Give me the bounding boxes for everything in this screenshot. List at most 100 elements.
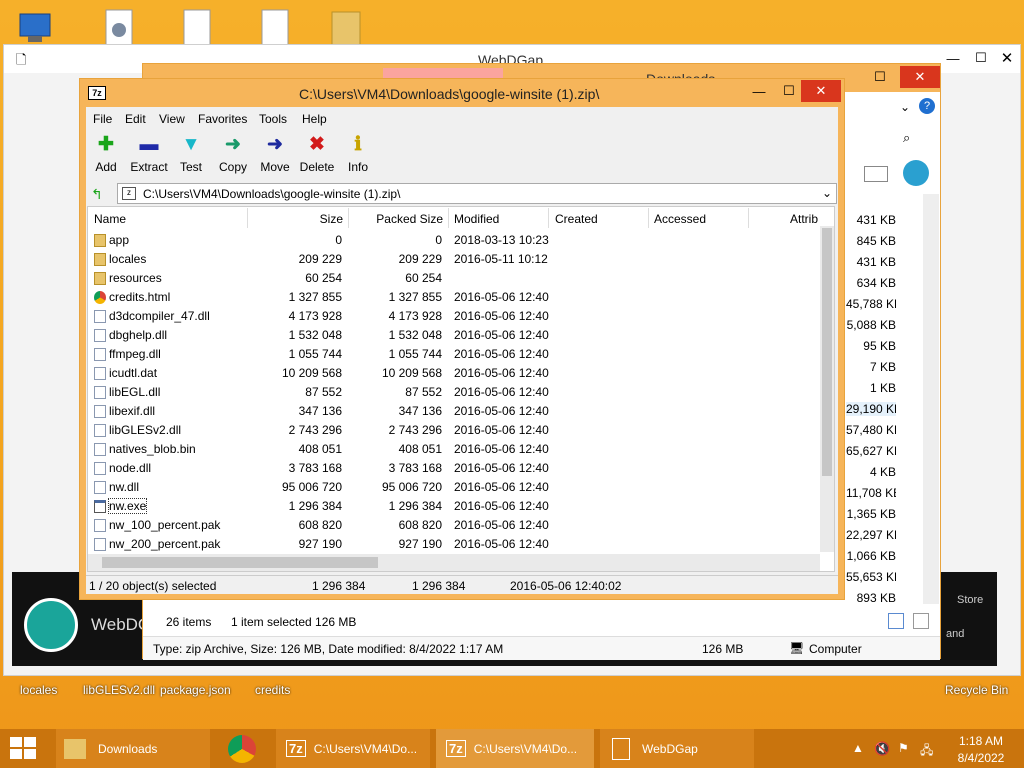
clock-date[interactable]: 8/4/2022 <box>956 751 1006 765</box>
file-row[interactable]: node.dll 3 783 168 3 783 168 2016-05-06 12:… <box>88 459 820 478</box>
column-header-name[interactable]: Name <box>94 212 126 226</box>
desktop-item-libglesv2[interactable]: libGLESv2.dll <box>83 683 155 697</box>
network-icon[interactable]: 🖧 <box>920 741 933 762</box>
file-row[interactable]: libGLESv2.dll 2 743 296 2 743 296 2016-05-0… <box>88 421 820 440</box>
explorer-file-size[interactable]: 634 KB <box>846 276 896 290</box>
details-view-icon[interactable] <box>888 613 904 629</box>
close-button[interactable]: ✕ <box>992 47 1022 69</box>
desktop-item-locales[interactable]: locales <box>20 683 57 697</box>
explorer-close-button[interactable]: ✕ <box>900 66 940 88</box>
search-icon[interactable]: ⌕ <box>903 130 910 146</box>
file-row[interactable]: d3dcompiler_47.dll 4 173 928 4 173 928 2016… <box>88 307 820 326</box>
explorer-file-size[interactable]: 65,627 KB <box>846 444 896 458</box>
file-row[interactable]: nw_100_percent.pak 608 820 608 820 2016-05-… <box>88 516 820 535</box>
vertical-scrollbar[interactable] <box>820 226 834 552</box>
explorer-file-size[interactable]: 22,297 KB <box>846 528 896 542</box>
file-icon[interactable] <box>256 8 296 48</box>
column-header-modified[interactable]: Modified <box>454 212 499 226</box>
settings-file-icon[interactable] <box>100 8 140 48</box>
explorer-file-size[interactable]: 7 KB <box>846 360 896 374</box>
file-row[interactable]: ffmpeg.dll 1 055 744 1 055 744 2016-05-06 1… <box>88 345 820 364</box>
column-header-packed-size[interactable]: Packed Size <box>373 212 443 226</box>
explorer-file-size[interactable]: 1,365 KB <box>846 507 896 521</box>
taskbar-webdgap[interactable]: WebDGap <box>600 729 754 768</box>
action-center-icon[interactable]: ⚑ <box>898 741 909 755</box>
explorer-file-size[interactable]: 55,653 KB <box>846 570 896 584</box>
help-icon[interactable]: ? <box>919 98 935 114</box>
column-header-accessed[interactable]: Accessed <box>654 212 706 226</box>
menu-help[interactable]: Help <box>302 112 327 126</box>
explorer-file-size[interactable]: 431 KB <box>846 255 896 269</box>
horizontal-scroll-thumb[interactable] <box>102 557 378 568</box>
explorer-file-size[interactable]: 11,708 KB <box>846 486 896 500</box>
extract-button[interactable]: ▬ Extract <box>127 134 171 174</box>
file-row[interactable]: nw.exe 1 296 384 1 296 384 2016-05-06 12:40 <box>88 497 820 516</box>
explorer-file-size[interactable]: 95 KB <box>846 339 896 353</box>
file-row[interactable]: libexif.dll 347 136 347 136 2016-05-06 12:4… <box>88 402 820 421</box>
path-input[interactable]: z C:\Users\VM4\Downloads\google-winsite … <box>117 183 837 204</box>
delete-button[interactable]: ✖ Delete <box>295 134 339 174</box>
explorer-file-size[interactable]: 4 KB <box>846 465 896 479</box>
column-header-size[interactable]: Size <box>273 212 343 226</box>
info-button[interactable]: ℹ Info <box>336 134 380 174</box>
path-dropdown-icon[interactable]: ⌄ <box>822 186 832 200</box>
copy-button[interactable]: ➜ Copy <box>211 134 255 174</box>
store-link[interactable]: Store <box>957 594 983 606</box>
column-header-created[interactable]: Created <box>555 212 598 226</box>
tiles-view-icon[interactable] <box>913 613 929 629</box>
taskbar-sevenzip-1[interactable]: 7z C:\Users\VM4\Do... <box>276 729 430 768</box>
add-button[interactable]: ✚ Add <box>84 134 128 174</box>
move-button[interactable]: ➜ Move <box>253 134 297 174</box>
sevenzip-minimize-button[interactable]: — <box>744 80 774 102</box>
menu-favorites[interactable]: Favorites <box>198 112 247 126</box>
computer-icon[interactable] <box>16 8 56 48</box>
desktop-item-recycle-bin[interactable]: Recycle Bin <box>945 683 1008 697</box>
menu-file[interactable]: File <box>93 112 112 126</box>
minimize-button[interactable]: — <box>938 47 968 69</box>
file-row[interactable]: credits.html 1 327 855 1 327 855 2016-05-06… <box>88 288 820 307</box>
vertical-scroll-thumb[interactable] <box>822 228 832 476</box>
explorer-file-size[interactable]: 5,088 KB <box>846 318 896 332</box>
start-button[interactable] <box>10 737 36 759</box>
explorer-scrollbar[interactable] <box>923 194 939 604</box>
taskbar-sevenzip-2[interactable]: 7z C:\Users\VM4\Do... <box>436 729 594 768</box>
file-row[interactable]: natives_blob.bin 408 051 408 051 2016-05-06… <box>88 440 820 459</box>
clock-time[interactable]: 1:18 AM <box>956 734 1006 748</box>
explorer-file-size[interactable]: 45,788 KB <box>846 297 896 311</box>
file-row[interactable]: locales 209 229 209 229 2016-05-11 10:12 <box>88 250 820 269</box>
file-icon[interactable] <box>178 8 218 48</box>
explorer-file-size[interactable]: 845 KB <box>846 234 896 248</box>
desktop-item-package-json[interactable]: package.json <box>160 683 231 697</box>
explorer-file-size[interactable]: 29,190 KB <box>846 402 896 416</box>
file-row[interactable]: nw.dll 95 006 720 95 006 720 2016-05-06 12:… <box>88 478 820 497</box>
explorer-chevron-icon[interactable]: ⌄ <box>900 100 910 114</box>
explorer-file-size[interactable]: 893 KB <box>846 591 896 605</box>
volume-muted-icon[interactable]: 🔇 <box>874 741 890 757</box>
menu-tools[interactable]: Tools <box>259 112 287 126</box>
column-header-attrib[interactable]: Attrib <box>790 212 818 226</box>
file-row[interactable]: resources 60 254 60 254 <box>88 269 820 288</box>
folder-icon[interactable] <box>330 8 370 48</box>
sevenzip-maximize-button[interactable]: ☐ <box>774 80 804 102</box>
file-row[interactable]: app 0 0 2018-03-13 10:23 <box>88 231 820 250</box>
sevenzip-close-button[interactable]: ✕ <box>801 80 841 102</box>
tray-expand-icon[interactable]: ▲ <box>852 741 864 755</box>
explorer-file-size[interactable]: 431 KB <box>846 213 896 227</box>
file-row[interactable]: nw_200_percent.pak 927 190 927 190 2016-05-… <box>88 535 820 554</box>
explorer-file-size[interactable]: 57,480 KB <box>846 423 896 437</box>
menu-view[interactable]: View <box>159 112 185 126</box>
up-folder-icon[interactable]: ↰ <box>91 186 103 203</box>
file-row[interactable]: icudtl.dat 10 209 568 10 209 568 2016-05-06… <box>88 364 820 383</box>
desktop-item-credits[interactable]: credits <box>255 683 290 697</box>
test-button[interactable]: ▼ Test <box>169 134 213 174</box>
explorer-maximize-button[interactable]: ☐ <box>865 66 895 88</box>
file-row[interactable]: libEGL.dll 87 552 87 552 2016-05-06 12:40 <box>88 383 820 402</box>
file-row[interactable]: dbghelp.dll 1 532 048 1 532 048 2016-05-06 … <box>88 326 820 345</box>
view-icon[interactable] <box>864 166 888 182</box>
taskbar-chrome[interactable] <box>214 729 272 768</box>
menu-edit[interactable]: Edit <box>125 112 146 126</box>
horizontal-scrollbar[interactable] <box>88 554 820 571</box>
explorer-file-size[interactable]: 1,066 KB <box>846 549 896 563</box>
explorer-file-size[interactable]: 1 KB <box>846 381 896 395</box>
taskbar-downloads[interactable]: Downloads <box>56 729 210 768</box>
